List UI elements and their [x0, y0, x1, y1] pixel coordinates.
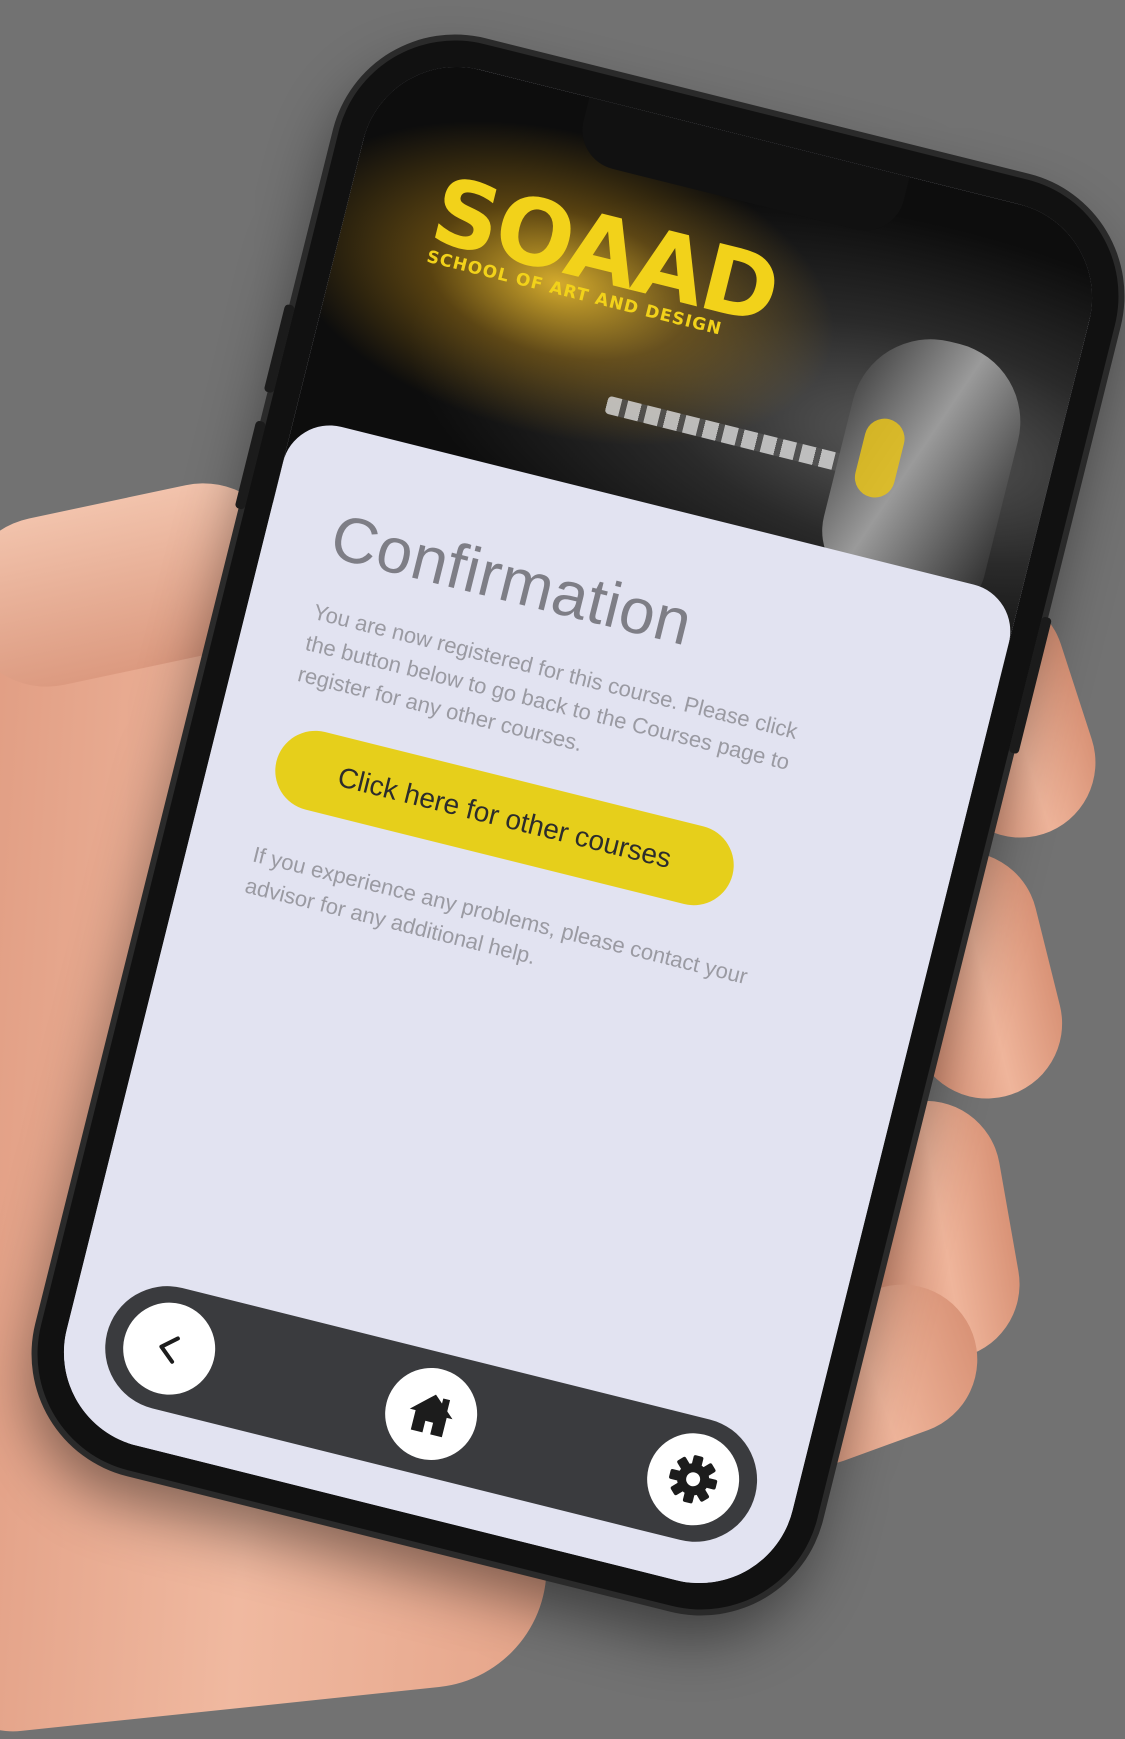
back-button[interactable] — [113, 1292, 225, 1405]
settings-button[interactable] — [637, 1423, 749, 1536]
back-arrow-icon — [159, 1336, 180, 1364]
home-icon — [409, 1394, 453, 1438]
home-button[interactable] — [375, 1358, 487, 1470]
hero-light-strip — [604, 395, 862, 477]
gear-icon — [669, 1455, 718, 1504]
